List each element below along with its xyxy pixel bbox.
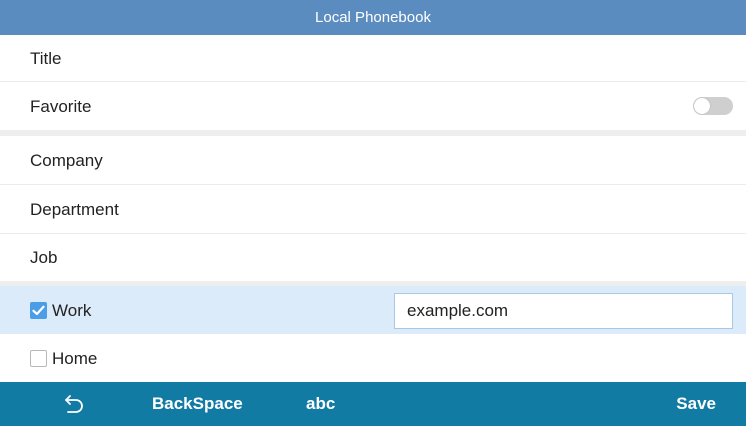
- email-work-row[interactable]: Work example.com: [0, 286, 746, 334]
- job-field-row[interactable]: Job: [0, 234, 746, 281]
- input-mode-button[interactable]: abc: [306, 382, 335, 426]
- email-home-row[interactable]: Home: [0, 334, 746, 382]
- backspace-button[interactable]: BackSpace: [152, 382, 243, 426]
- department-field-row[interactable]: Department: [0, 185, 746, 233]
- page-title: Local Phonebook: [315, 9, 431, 26]
- work-email-value: example.com: [407, 301, 509, 320]
- window-title-bar: Local Phonebook: [0, 0, 746, 35]
- job-label: Job: [30, 248, 58, 267]
- favorite-row: Favorite: [0, 82, 746, 130]
- department-label: Department: [30, 199, 119, 219]
- save-button[interactable]: Save: [676, 382, 716, 426]
- company-field-row[interactable]: Company: [0, 136, 746, 184]
- favorite-label: Favorite: [30, 96, 92, 116]
- work-email-input[interactable]: example.com: [394, 293, 733, 329]
- title-field-row[interactable]: Title: [0, 35, 746, 81]
- toggle-knob: [694, 98, 710, 114]
- favorite-toggle[interactable]: [693, 97, 733, 115]
- home-label: Home: [52, 348, 98, 368]
- work-checkbox[interactable]: [30, 301, 47, 319]
- bottom-toolbar: BackSpace abc Save: [0, 382, 746, 426]
- company-label: Company: [30, 150, 103, 170]
- checkmark-icon: [32, 305, 45, 315]
- home-checkbox[interactable]: [30, 349, 47, 367]
- work-label: Work: [52, 300, 92, 320]
- back-button[interactable]: [60, 382, 86, 426]
- back-arrow-icon: [65, 395, 83, 413]
- title-label: Title: [30, 48, 62, 68]
